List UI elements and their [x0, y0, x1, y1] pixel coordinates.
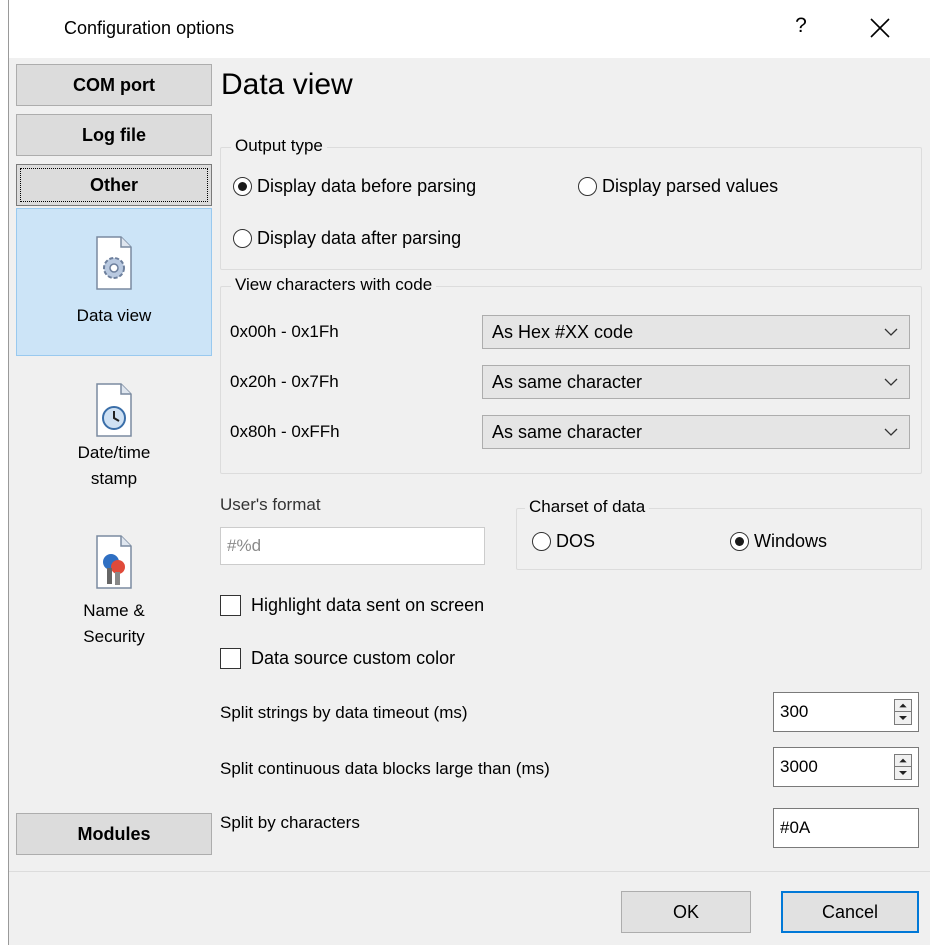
radio-indicator — [578, 177, 597, 196]
nav-item-name-security[interactable]: Name & Security — [16, 534, 212, 650]
help-button[interactable]: ? — [787, 14, 815, 44]
nav-item-date-time-stamp[interactable]: Date/time stamp — [16, 382, 212, 492]
char-display-select-00-1f[interactable]: As Hex #XX code — [482, 315, 910, 349]
split-timeout-label: Split strings by data timeout (ms) — [220, 703, 468, 722]
checkbox-label: Data source custom color — [251, 648, 456, 668]
close-button[interactable] — [865, 12, 895, 42]
split-chars-input[interactable]: #0A — [773, 808, 919, 848]
chevron-down-icon — [884, 378, 898, 386]
checkbox-label: Highlight data sent on screen — [251, 595, 485, 615]
group-label: Output type — [231, 136, 327, 156]
spin-up-icon[interactable] — [895, 755, 911, 767]
focus-rectangle — [20, 168, 208, 202]
char-display-select-20-7f[interactable]: As same character — [482, 365, 910, 399]
clock-document-icon — [96, 383, 132, 437]
button-label: OK — [672, 902, 699, 922]
title-bar: Configuration options ? — [9, 0, 930, 58]
chevron-down-icon — [884, 428, 898, 436]
nav-item-label-line1: Date/time — [77, 443, 151, 462]
output-type-group: Output type — [220, 136, 922, 270]
char-range-label: 0x00h - 0x1Fh — [230, 322, 339, 341]
checkbox-indicator — [220, 595, 241, 616]
radio-charset-windows[interactable]: Windows — [730, 531, 827, 552]
spin-down-icon[interactable] — [895, 712, 911, 724]
radio-label: Display data after parsing — [257, 228, 462, 248]
spinner-value: 300 — [780, 702, 809, 721]
nav-item-label-line2: Security — [83, 627, 145, 646]
radio-display-before-parsing[interactable]: Display data before parsing — [233, 176, 476, 197]
close-icon — [870, 18, 890, 38]
custom-color-checkbox[interactable]: Data source custom color — [220, 648, 455, 669]
nav-item-label-line2: stamp — [90, 469, 138, 488]
keys-document-icon — [96, 535, 132, 589]
radio-display-parsed-values[interactable]: Display parsed values — [578, 176, 778, 197]
nav-item-label-line1: Name & — [83, 601, 145, 620]
users-format-input[interactable]: #%d — [220, 527, 485, 565]
select-value: As Hex #XX code — [492, 322, 634, 342]
radio-charset-dos[interactable]: DOS — [532, 531, 595, 552]
split-chars-label: Split by characters — [220, 813, 360, 832]
radio-label: Windows — [754, 531, 828, 551]
help-label: ? — [795, 14, 807, 37]
nav-other-button[interactable]: Other — [16, 164, 212, 206]
configuration-dialog: Configuration options ? COM port Log fil… — [8, 0, 930, 945]
split-timeout-spinner[interactable]: 300 — [773, 692, 919, 732]
page-title: Data view — [221, 68, 353, 101]
select-value: As same character — [492, 372, 643, 392]
nav-item-label: Data view — [76, 306, 152, 325]
ok-button[interactable]: OK — [621, 891, 751, 933]
window-title: Configuration options — [64, 18, 235, 38]
nav-log-file-button[interactable]: Log file — [16, 114, 212, 156]
spin-down-icon[interactable] — [895, 767, 911, 779]
nav-modules-button[interactable]: Modules — [16, 813, 212, 855]
select-value: As same character — [492, 422, 643, 442]
cancel-button[interactable]: Cancel — [781, 891, 919, 933]
radio-label: Display parsed values — [602, 176, 779, 196]
checkbox-indicator — [220, 648, 241, 669]
char-range-label: 0x80h - 0xFFh — [230, 422, 340, 441]
radio-indicator — [532, 532, 551, 551]
radio-indicator — [233, 229, 252, 248]
gear-document-icon — [96, 236, 132, 290]
nav-button-label: Log file — [82, 125, 146, 145]
char-display-select-80-ff[interactable]: As same character — [482, 415, 910, 449]
chevron-down-icon — [884, 328, 898, 336]
nav-item-data-view[interactable]: Data view — [16, 208, 212, 356]
button-label: Cancel — [821, 902, 879, 922]
highlight-sent-checkbox[interactable]: Highlight data sent on screen — [220, 595, 484, 616]
footer-separator — [9, 871, 930, 872]
nav-button-label: COM port — [73, 75, 155, 95]
radio-indicator — [233, 177, 252, 196]
nav-com-port-button[interactable]: COM port — [16, 64, 212, 106]
split-blocks-label: Split continuous data blocks large than … — [220, 759, 550, 778]
spinner-arrows[interactable] — [894, 699, 912, 725]
spin-up-icon[interactable] — [895, 700, 911, 712]
nav-button-label: Modules — [77, 824, 151, 844]
radio-display-after-parsing[interactable]: Display data after parsing — [233, 228, 461, 249]
char-range-label: 0x20h - 0x7Fh — [230, 372, 339, 391]
radio-label: DOS — [556, 531, 596, 551]
spinner-arrows[interactable] — [894, 754, 912, 780]
users-format-label: User's format — [220, 495, 321, 514]
group-label: Charset of data — [525, 497, 650, 517]
split-blocks-spinner[interactable]: 3000 — [773, 747, 919, 787]
radio-indicator — [730, 532, 749, 551]
spinner-value: 3000 — [780, 757, 818, 776]
radio-label: Display data before parsing — [257, 176, 477, 196]
group-label: View characters with code — [231, 275, 437, 295]
